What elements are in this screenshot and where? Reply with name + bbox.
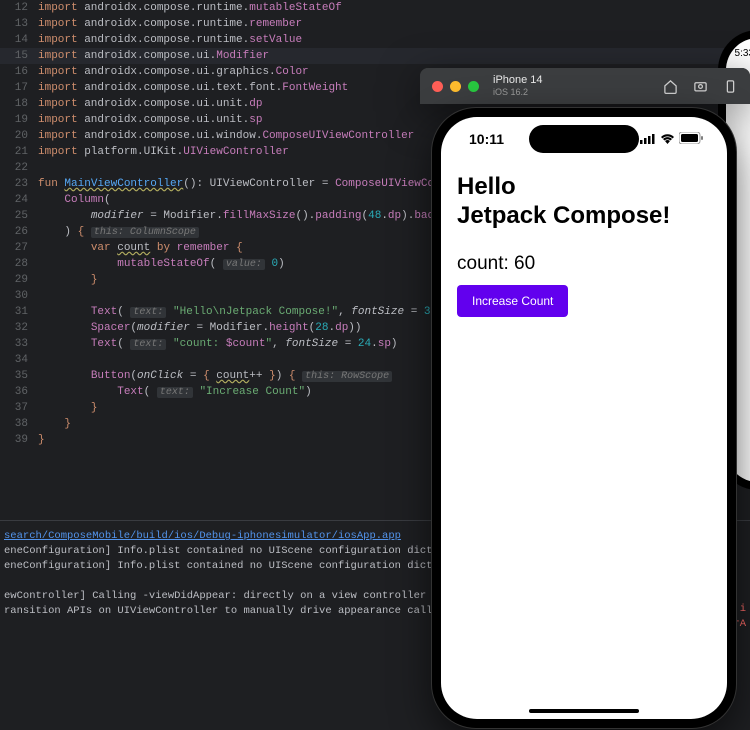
- line-number: 24: [0, 192, 38, 208]
- line-number: 30: [0, 288, 38, 304]
- line-number: 34: [0, 352, 38, 368]
- line-number: 15: [0, 48, 38, 64]
- wifi-icon: [660, 131, 675, 147]
- line-number: 39: [0, 432, 38, 448]
- line-number: 32: [0, 320, 38, 336]
- line-number: 26: [0, 224, 38, 240]
- console-link[interactable]: search/ComposeMobile/build/ios/Debug-iph…: [4, 530, 401, 542]
- zoom-icon[interactable]: [468, 81, 479, 92]
- line-number: 27: [0, 240, 38, 256]
- close-icon[interactable]: [432, 81, 443, 92]
- battery-icon: [679, 131, 703, 147]
- rotate-icon[interactable]: [722, 78, 738, 94]
- line-number: 13: [0, 16, 38, 32]
- increase-count-button[interactable]: Increase Count: [457, 285, 568, 317]
- line-number: 31: [0, 304, 38, 320]
- line-number: 23: [0, 176, 38, 192]
- line-number: 29: [0, 272, 38, 288]
- line-number: 37: [0, 400, 38, 416]
- line-number: 35: [0, 368, 38, 384]
- status-time: 10:11: [469, 131, 504, 147]
- device-name: iPhone 14: [493, 74, 543, 86]
- code-line[interactable]: 14import androidx.compose.runtime.setVal…: [0, 32, 750, 48]
- line-number: 20: [0, 128, 38, 144]
- line-number: 16: [0, 64, 38, 80]
- line-number: 18: [0, 96, 38, 112]
- line-number: 25: [0, 208, 38, 224]
- iphone-screen[interactable]: 10:11 Hello Jetpack Compose! count: 60 I…: [441, 117, 727, 719]
- simulator-titlebar[interactable]: iPhone 14 iOS 16.2: [420, 68, 750, 104]
- device-os: iOS 16.2: [493, 86, 543, 98]
- edge-status-time: 5:33: [735, 48, 750, 59]
- hello-text: Hello Jetpack Compose!: [457, 173, 711, 231]
- line-number: 38: [0, 416, 38, 432]
- dynamic-island: [529, 125, 639, 153]
- traffic-lights[interactable]: [432, 81, 479, 92]
- line-number: 17: [0, 80, 38, 96]
- signal-icon: [640, 131, 656, 147]
- line-number: 19: [0, 112, 38, 128]
- count-text: count: 60: [457, 253, 711, 275]
- iphone-device-frame: 10:11 Hello Jetpack Compose! count: 60 I…: [432, 108, 736, 728]
- line-number: 28: [0, 256, 38, 272]
- line-number: 33: [0, 336, 38, 352]
- line-number: 21: [0, 144, 38, 160]
- home-icon[interactable]: [662, 78, 678, 94]
- minimize-icon[interactable]: [450, 81, 461, 92]
- app-content: Hello Jetpack Compose! count: 60 Increas…: [441, 163, 727, 719]
- simulator-window[interactable]: iPhone 14 iOS 16.2: [420, 68, 750, 104]
- line-number: 36: [0, 384, 38, 400]
- line-number: 14: [0, 32, 38, 48]
- code-line[interactable]: 13import androidx.compose.runtime.rememb…: [0, 16, 750, 32]
- home-indicator[interactable]: [529, 709, 639, 713]
- line-number: 22: [0, 160, 38, 176]
- screenshot-icon[interactable]: [692, 78, 708, 94]
- code-line[interactable]: 12import androidx.compose.runtime.mutabl…: [0, 0, 750, 16]
- line-number: 12: [0, 0, 38, 16]
- code-line[interactable]: 15import androidx.compose.ui.Modifier: [0, 48, 750, 64]
